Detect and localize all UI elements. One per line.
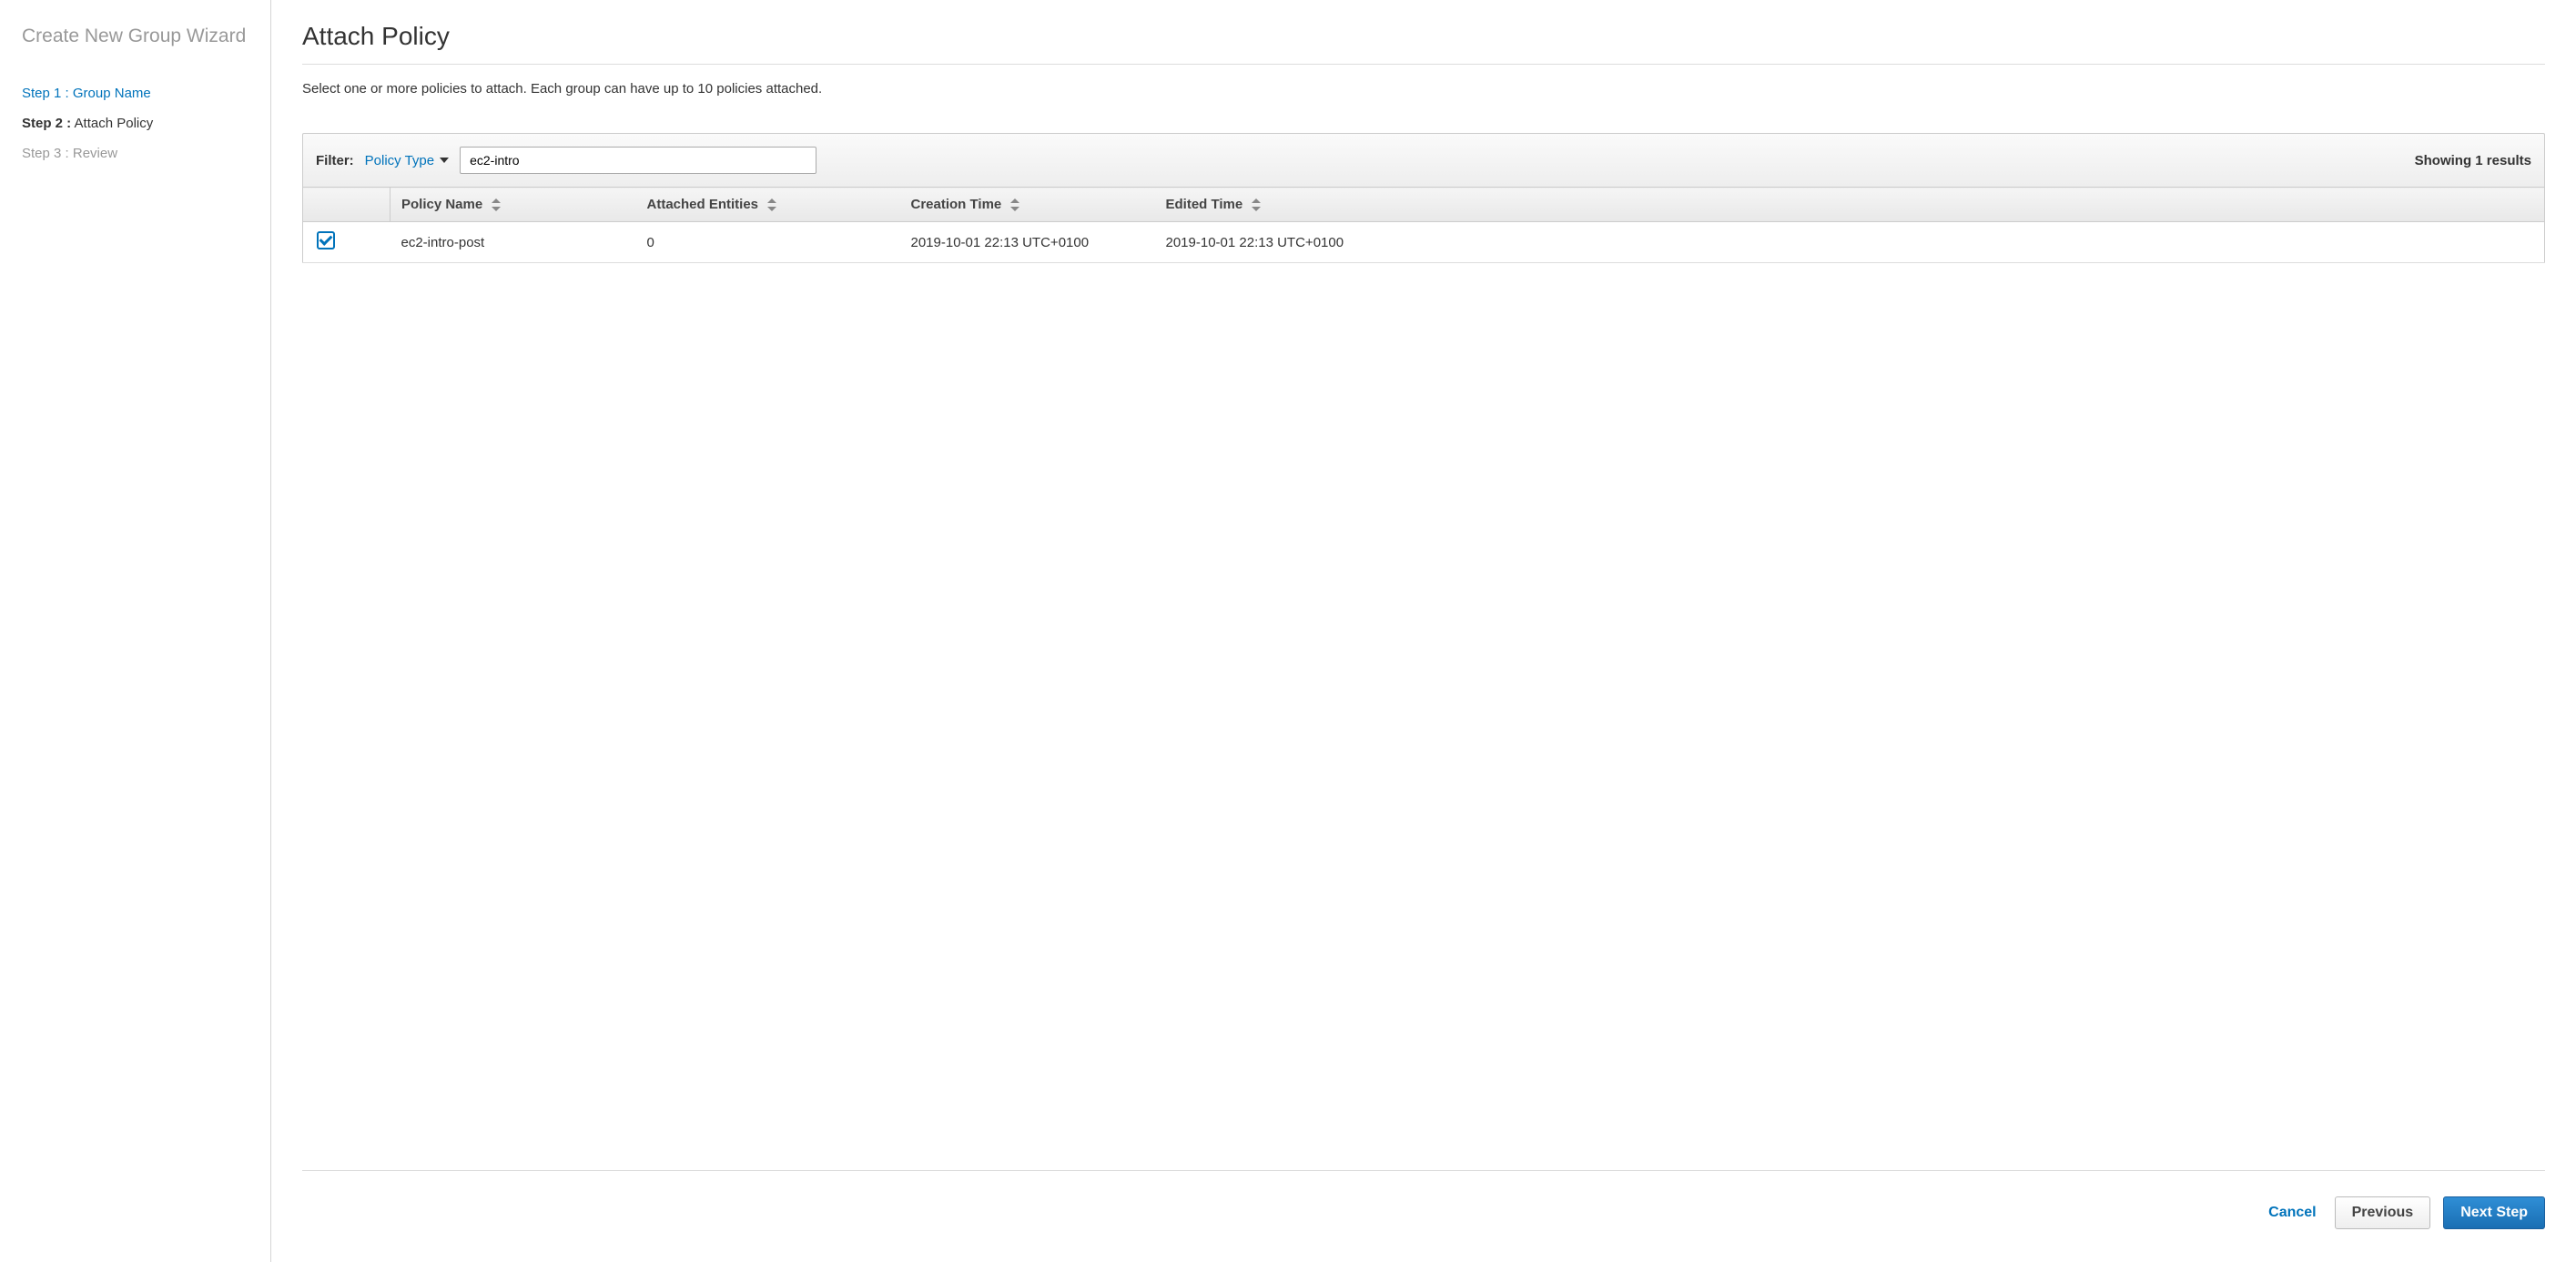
sort-icon (492, 198, 501, 211)
step-prefix: Step 1 : (22, 86, 69, 101)
header-label: Creation Time (911, 197, 1002, 212)
header-label: Attached Entities (647, 197, 759, 212)
footer-divider (302, 1170, 2545, 1171)
row-expand-cell (347, 222, 390, 263)
row-attached-entities: 0 (636, 222, 900, 263)
policy-table: Policy Name Attached Entities Creation T… (302, 187, 2545, 263)
step-label: Attach Policy (75, 116, 154, 131)
row-edited-time: 2019-10-01 22:13 UTC+0100 (1155, 222, 2545, 263)
page-title: Attach Policy (302, 22, 2545, 65)
header-label: Edited Time (1166, 197, 1243, 212)
wizard-sidebar: Create New Group Wizard Step 1 : Group N… (0, 0, 271, 1262)
header-creation-time[interactable]: Creation Time (900, 188, 1155, 222)
page-description: Select one or more policies to attach. E… (302, 81, 2545, 97)
header-expand (347, 188, 390, 222)
policy-type-label: Policy Type (365, 153, 434, 168)
row-policy-name: ec2-intro-post (390, 222, 636, 263)
caret-down-icon (440, 158, 449, 163)
sort-icon (767, 198, 776, 211)
filter-label: Filter: (316, 153, 354, 168)
row-checkbox[interactable] (317, 231, 335, 249)
step-prefix: Step 2 : (22, 116, 71, 131)
filter-bar: Filter: Policy Type Showing 1 results (302, 133, 2545, 187)
header-edited-time[interactable]: Edited Time (1155, 188, 2545, 222)
sidebar-title: Create New Group Wizard (22, 25, 248, 47)
footer-actions: Cancel Previous Next Step (302, 1196, 2545, 1240)
step-label: Group Name (73, 86, 151, 101)
policy-type-dropdown[interactable]: Policy Type (365, 153, 449, 168)
step-1-group-name[interactable]: Step 1 : Group Name (22, 78, 248, 108)
results-count: Showing 1 results (2415, 153, 2531, 168)
header-attached-entities[interactable]: Attached Entities (636, 188, 900, 222)
row-checkbox-cell (303, 222, 347, 263)
step-3-review: Step 3 : Review (22, 138, 248, 168)
header-label: Policy Name (401, 197, 482, 212)
step-label: Review (73, 146, 117, 161)
main-content: Attach Policy Select one or more policie… (271, 0, 2576, 1262)
previous-button[interactable]: Previous (2335, 1196, 2431, 1229)
sort-icon (1010, 198, 1019, 211)
row-creation-time: 2019-10-01 22:13 UTC+0100 (900, 222, 1155, 263)
header-policy-name[interactable]: Policy Name (390, 188, 636, 222)
sort-icon (1252, 198, 1261, 211)
table-row[interactable]: ec2-intro-post 0 2019-10-01 22:13 UTC+01… (303, 222, 2545, 263)
step-prefix: Step 3 : (22, 146, 69, 161)
step-2-attach-policy: Step 2 : Attach Policy (22, 108, 248, 138)
next-step-button[interactable]: Next Step (2443, 1196, 2545, 1229)
policy-search-input[interactable] (460, 147, 816, 174)
step-list: Step 1 : Group Name Step 2 : Attach Poli… (22, 78, 248, 168)
table-header-row: Policy Name Attached Entities Creation T… (303, 188, 2545, 222)
header-checkbox (303, 188, 347, 222)
cancel-button[interactable]: Cancel (2263, 1197, 2321, 1228)
